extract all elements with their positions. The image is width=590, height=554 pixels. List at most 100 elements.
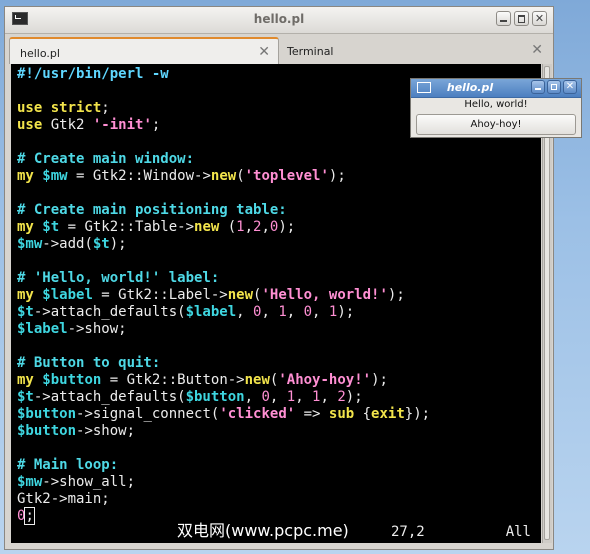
code-line: my $label = Gtk2::Label->new('Hello, wor… bbox=[17, 287, 430, 304]
code-line: #!/usr/bin/perl -w bbox=[17, 66, 430, 83]
code-token: $label bbox=[42, 287, 93, 303]
tab-bar: hello.pl ✕ Terminal ✕ bbox=[5, 34, 553, 64]
code-token: $button bbox=[17, 406, 77, 422]
close-button[interactable]: ✕ bbox=[532, 11, 547, 26]
code-token: ); bbox=[337, 304, 355, 320]
code-token: ->add( bbox=[42, 236, 93, 252]
code-token: , bbox=[320, 389, 338, 405]
code-line: my $button = Gtk2::Button->new('Ahoy-hoy… bbox=[17, 372, 430, 389]
code-token: ->attach_defaults( bbox=[33, 389, 186, 405]
code-token: # Create main window: bbox=[17, 151, 195, 167]
scroll-indicator: All bbox=[505, 524, 531, 540]
text-cursor: ; bbox=[24, 507, 35, 525]
app-title-bar[interactable]: hello.pl ✕ bbox=[411, 79, 581, 98]
code-token: ); bbox=[278, 219, 296, 235]
code-token: ; bbox=[101, 100, 110, 116]
tab-close-icon[interactable]: ✕ bbox=[258, 44, 270, 60]
code-token: 'toplevel' bbox=[244, 168, 329, 184]
code-token: $t bbox=[42, 219, 60, 235]
code-token: , bbox=[312, 304, 329, 320]
code-line: use Gtk2 '-init'; bbox=[17, 117, 430, 134]
code-token: Gtk2->main; bbox=[17, 491, 110, 507]
code-token: 'Hello, world!' bbox=[261, 287, 388, 303]
code-token: # Main loop: bbox=[17, 457, 119, 473]
tab-hello-pl[interactable]: hello.pl ✕ bbox=[9, 37, 279, 64]
code-token: new bbox=[244, 372, 270, 388]
title-bar[interactable]: hello.pl ✕ bbox=[5, 7, 553, 34]
minimize-button[interactable] bbox=[496, 11, 511, 26]
close-icon: ✕ bbox=[534, 12, 545, 25]
code-token: ); bbox=[109, 236, 127, 252]
app-minimize-button[interactable] bbox=[531, 80, 545, 94]
code-line: $label->show; bbox=[17, 321, 430, 338]
tab-terminal[interactable]: Terminal ✕ bbox=[281, 37, 551, 64]
code-line: use strict; bbox=[17, 100, 430, 117]
hello-label: Hello, world! bbox=[464, 99, 528, 110]
code-token: 'clicked' bbox=[219, 406, 296, 422]
code-token: new bbox=[194, 219, 220, 235]
code-token: '-init' bbox=[92, 117, 152, 133]
ahoy-button[interactable]: Ahoy-hoy! bbox=[416, 114, 576, 135]
code-line: # Create main positioning table: bbox=[17, 202, 430, 219]
code-line: my $mw = Gtk2::Window->new('toplevel'); bbox=[17, 168, 430, 185]
code-line: $mw->add($t); bbox=[17, 236, 430, 253]
code-token: ->show_all; bbox=[42, 474, 136, 490]
app-window-title: hello.pl bbox=[446, 81, 494, 94]
code-token: $mw bbox=[17, 236, 43, 252]
code-token: $t bbox=[17, 389, 34, 405]
maximize-button[interactable] bbox=[514, 11, 529, 26]
code-line: $mw->show_all; bbox=[17, 474, 430, 491]
code-token: { bbox=[354, 406, 372, 422]
code-line: $t->attach_defaults($label, 0, 1, 0, 1); bbox=[17, 304, 430, 321]
cursor-position: 27,2 bbox=[391, 524, 425, 540]
code-token: ); bbox=[328, 168, 346, 184]
code-line: my $t = Gtk2::Table->new (1,2,0); bbox=[17, 219, 430, 236]
code-line: # Button to quit: bbox=[17, 355, 430, 372]
code-token: $t bbox=[92, 236, 110, 252]
code-token: , bbox=[295, 389, 313, 405]
code-token: , bbox=[261, 219, 270, 235]
code-token: my bbox=[17, 372, 34, 388]
code-line: # Create main window: bbox=[17, 151, 430, 168]
code-token: Gtk2 bbox=[42, 117, 93, 133]
code-token: ); bbox=[371, 372, 388, 388]
code-token: # Button to quit: bbox=[17, 355, 161, 371]
code-token: ); bbox=[345, 389, 363, 405]
app-close-button[interactable]: ✕ bbox=[563, 80, 577, 94]
code-token: ; bbox=[151, 117, 161, 133]
code-token: ( bbox=[236, 168, 245, 184]
code-token: $button bbox=[17, 423, 77, 439]
code-token: $button bbox=[42, 372, 102, 388]
code-token: new bbox=[227, 287, 254, 303]
code-token: = Gtk2::Label-> bbox=[92, 287, 228, 303]
code-token: use bbox=[17, 117, 43, 133]
tab-close-icon[interactable]: ✕ bbox=[531, 42, 543, 58]
code-token: 2 bbox=[337, 389, 346, 405]
code-token: ->show; bbox=[67, 321, 127, 337]
code-token: => bbox=[295, 406, 329, 422]
code-token: 0 bbox=[261, 389, 270, 405]
code-token: , bbox=[261, 304, 279, 320]
tab-label: Terminal bbox=[287, 45, 334, 58]
code-line: $button->signal_connect('clicked' => sub… bbox=[17, 406, 430, 423]
code-token: = Gtk2::Table-> bbox=[59, 219, 195, 235]
hello-app-window: hello.pl ✕ Hello, world! Ahoy-hoy! bbox=[410, 78, 582, 138]
code-token: ->attach_defaults( bbox=[33, 304, 186, 320]
app-maximize-button[interactable] bbox=[547, 80, 561, 94]
code-token: $t bbox=[17, 304, 34, 320]
code-token: , bbox=[244, 389, 262, 405]
code-token: new bbox=[210, 168, 237, 184]
code-token: $label bbox=[185, 304, 237, 320]
code-editor[interactable]: #!/usr/bin/perl -w use strict; use Gtk2 '… bbox=[17, 66, 430, 525]
code-token: , bbox=[236, 304, 254, 320]
code-line: Gtk2->main; bbox=[17, 491, 430, 508]
code-token: my bbox=[17, 168, 34, 184]
code-token: ->show; bbox=[76, 423, 136, 439]
code-token: my bbox=[17, 287, 34, 303]
code-token: , bbox=[244, 219, 254, 235]
code-token: 0 bbox=[303, 304, 313, 320]
code-token: # Create main positioning table: bbox=[17, 202, 287, 218]
